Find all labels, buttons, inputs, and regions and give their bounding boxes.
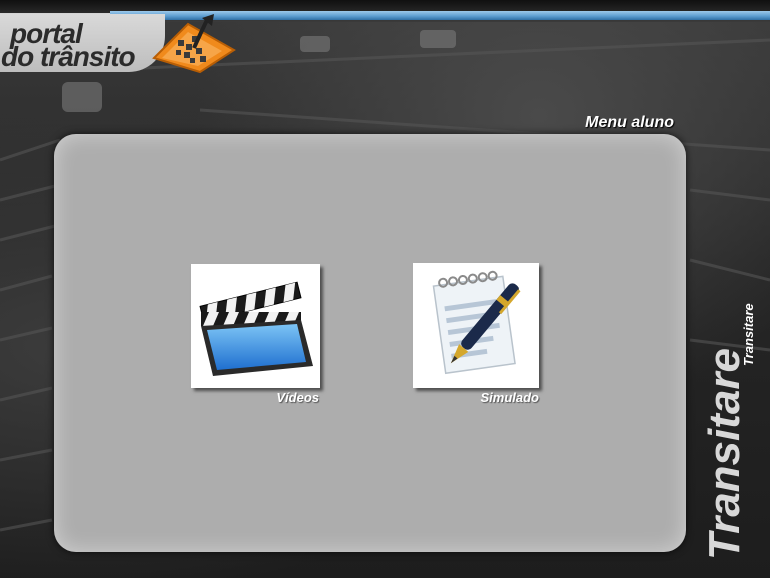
simulado-tile[interactable]: [413, 263, 539, 388]
clapperboard-icon: [199, 281, 313, 376]
notepad-pen-icon: [432, 270, 521, 375]
videos-tile[interactable]: [191, 264, 320, 388]
menu-panel: [54, 134, 686, 552]
road-sign-logo-icon: [152, 14, 236, 74]
menu-title: Menu aluno: [585, 114, 674, 131]
simulado-label[interactable]: Simulado: [413, 390, 539, 405]
brand-watermark-small: Transitare: [741, 303, 756, 366]
brand-watermark-large: Transitare: [700, 348, 749, 560]
videos-label[interactable]: Vídeos: [191, 390, 319, 405]
logo-line2: do trânsito: [1, 41, 136, 72]
